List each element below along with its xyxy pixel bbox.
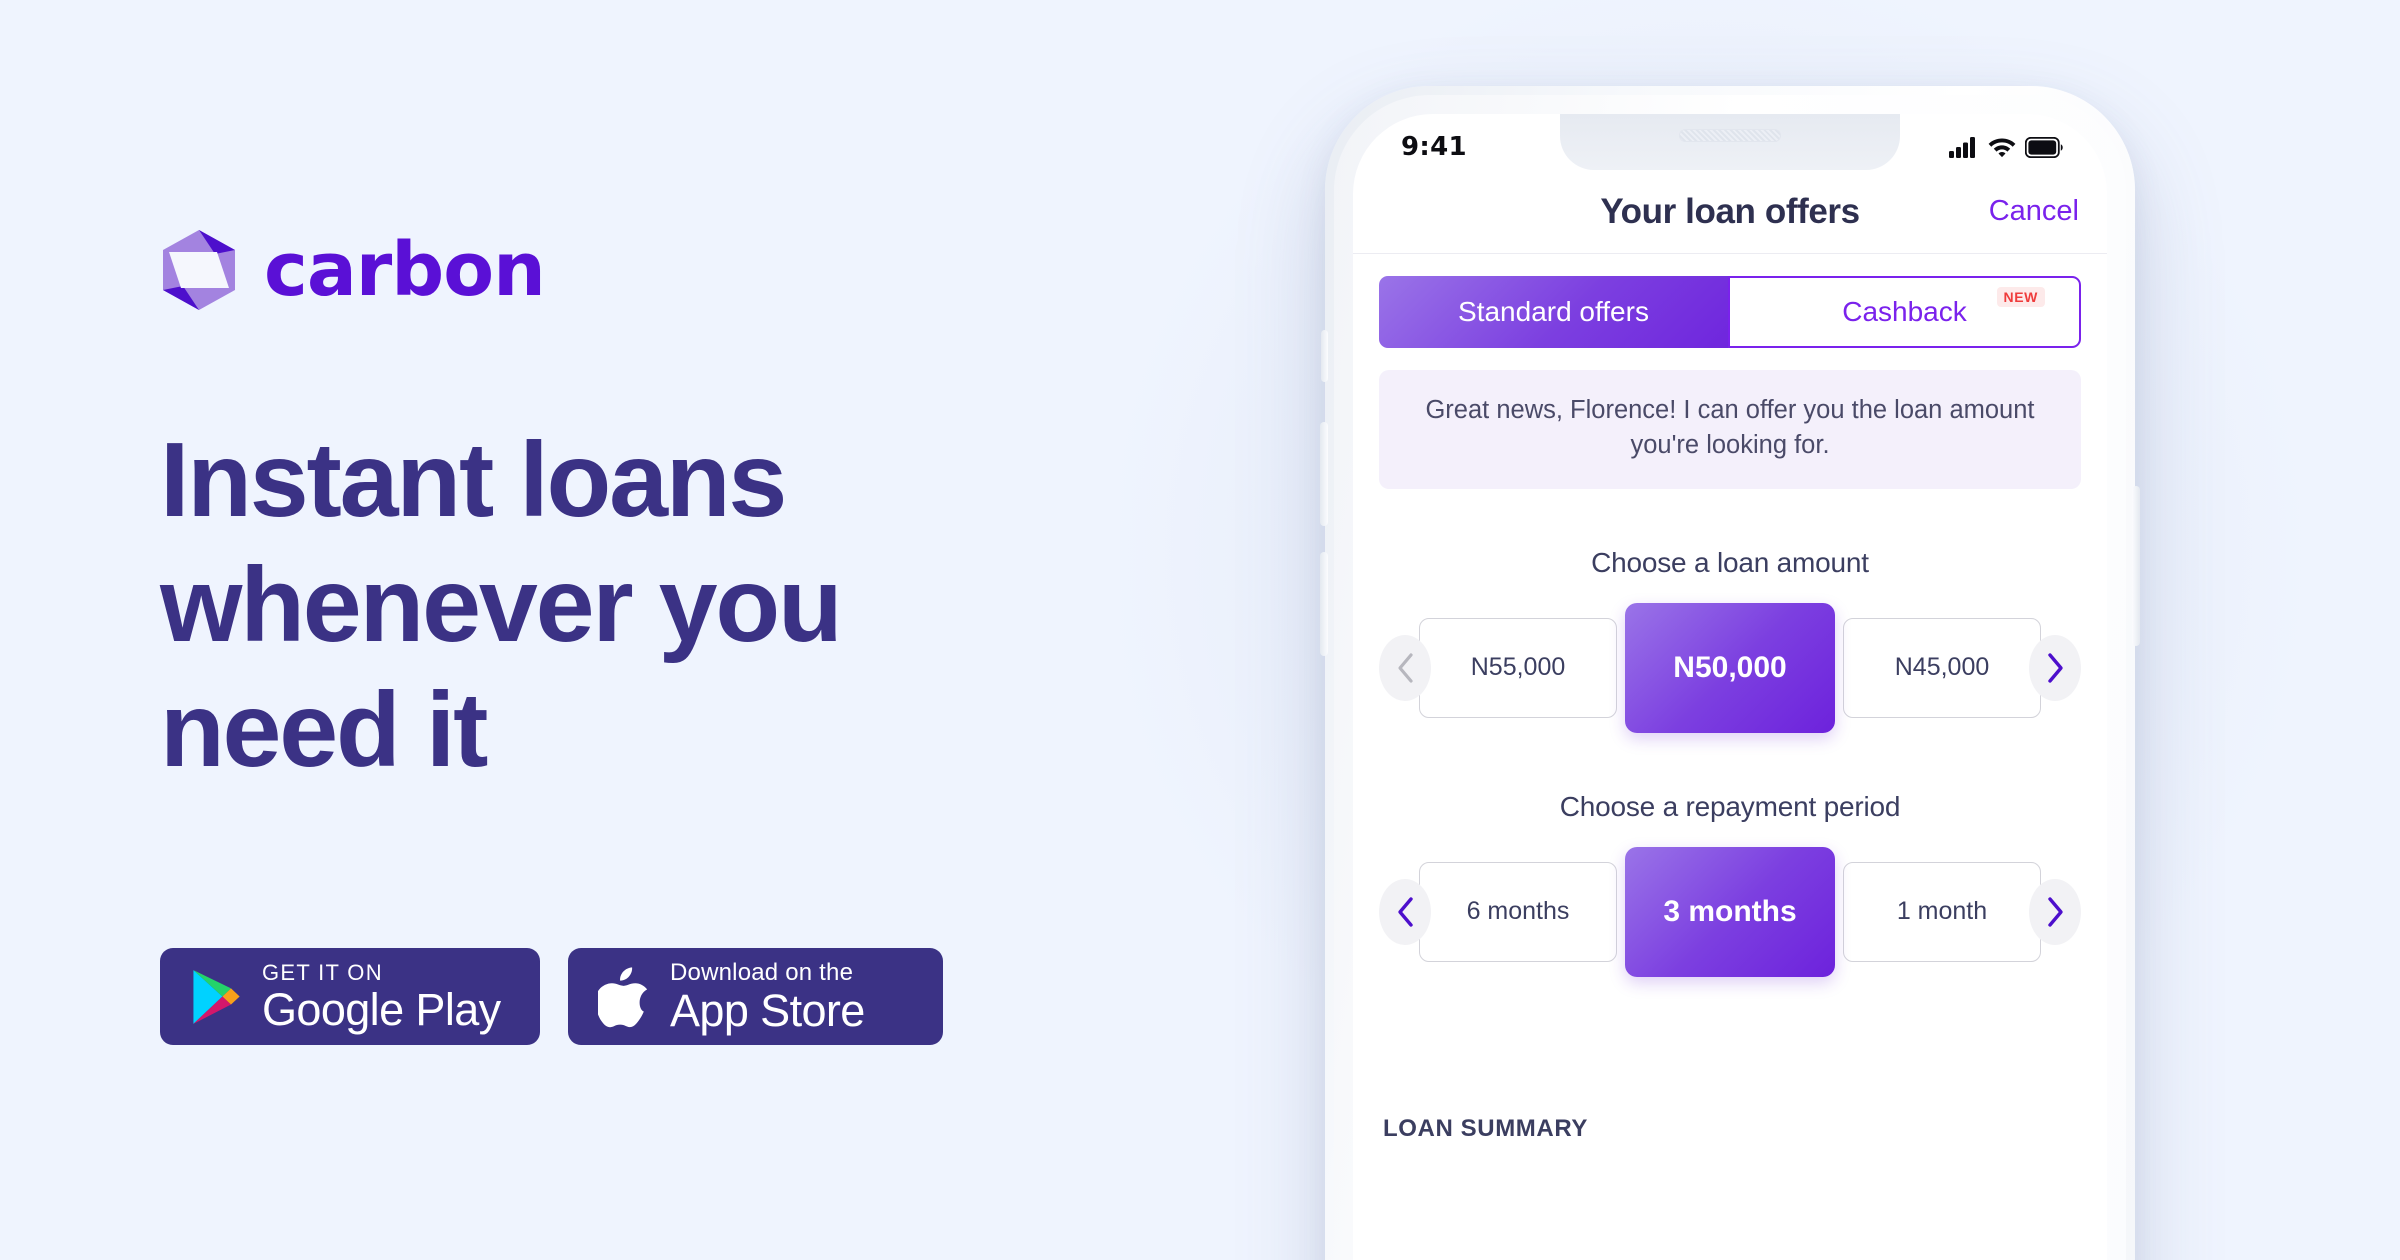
store-badges: GET IT ON Google Play Download on the Ap…: [160, 948, 943, 1045]
chevron-left-icon: [1398, 897, 1413, 927]
offer-banner: Great news, Florence! I can offer you th…: [1379, 370, 2081, 489]
status-bar-icons: [1949, 136, 2063, 158]
screen-title: Your loan offers: [1600, 191, 1860, 231]
repayment-period-option-selected-label: 3 months: [1663, 894, 1797, 928]
page-title: Instant loans whenever you need it: [160, 421, 843, 790]
app-store-top-label: Download on the: [670, 958, 854, 986]
cellular-signal-icon: [1949, 136, 1975, 158]
loan-amount-option-next[interactable]: N45,000: [1843, 617, 2041, 718]
offer-tabs: Standard offers Cashback NEW: [1379, 276, 2081, 348]
volume-down-button[interactable]: [1320, 552, 1328, 656]
repayment-period-option-selected[interactable]: 3 months: [1625, 846, 1835, 977]
loan-amount-option-selected[interactable]: N50,000: [1625, 602, 1835, 733]
repayment-period-option-prev[interactable]: 6 months: [1419, 861, 1617, 962]
apple-logo-icon: [598, 966, 648, 1027]
chevron-right-icon: [2048, 653, 2063, 683]
loan-amount-option-selected-label: N50,000: [1673, 650, 1787, 684]
loan-amount-prev-button[interactable]: [1379, 634, 1431, 701]
status-bar-clock: 9:41: [1401, 132, 1467, 162]
google-play-bottom-label: Google Play: [262, 984, 501, 1036]
loan-amount-option-prev-label: N55,000: [1470, 653, 1566, 682]
repayment-period-option-prev-label: 6 months: [1466, 897, 1570, 926]
repayment-period-selector: 6 months 3 months 1 month: [1379, 846, 2081, 977]
loan-amount-selector: N55,000 N50,000 N45,000: [1379, 602, 2081, 733]
google-play-labels: GET IT ON Google Play: [262, 960, 501, 1034]
repayment-period-section-label: Choose a repayment period: [1559, 790, 1901, 822]
loan-amount-option-next-label: N45,000: [1894, 653, 1990, 682]
tab-cashback-label: Cashback: [1842, 296, 1967, 327]
screen-content: Standard offers Cashback NEW Great news,…: [1353, 254, 2107, 1260]
chevron-right-icon: [2048, 897, 2063, 927]
google-play-top-label: GET IT ON: [262, 959, 383, 985]
google-play-button[interactable]: GET IT ON Google Play: [160, 948, 540, 1045]
status-bar: 9:41: [1353, 114, 2107, 170]
tab-cashback[interactable]: Cashback NEW: [1728, 276, 2081, 348]
repayment-period-option-next[interactable]: 1 month: [1843, 861, 2041, 962]
loan-amount-option-prev[interactable]: N55,000: [1419, 617, 1617, 718]
battery-icon: [2025, 136, 2063, 158]
power-button[interactable]: [2132, 486, 2140, 646]
new-badge: NEW: [1996, 287, 2045, 307]
loan-summary-label: LOAN SUMMARY: [1383, 1114, 1588, 1142]
repayment-period-prev-button[interactable]: [1379, 878, 1431, 945]
screen-header: Your loan offers Cancel: [1353, 170, 2107, 254]
repayment-period-next-button[interactable]: [2029, 878, 2081, 945]
loan-amount-next-button[interactable]: [2029, 634, 2081, 701]
offer-banner-text: Great news, Florence! I can offer you th…: [1425, 396, 2035, 459]
app-store-labels: Download on the App Store: [670, 959, 865, 1035]
tab-standard-offers-label: Standard offers: [1458, 296, 1649, 327]
mute-switch[interactable]: [1321, 330, 1328, 382]
wifi-icon: [1988, 138, 2016, 157]
phone-screen: 9:41 Your loan offers Cancel Standard of…: [1353, 114, 2107, 1260]
tab-standard-offers[interactable]: Standard offers: [1379, 276, 1728, 348]
volume-up-button[interactable]: [1320, 422, 1328, 526]
phone-mockup: 9:41 Your loan offers Cancel Standard of…: [1320, 86, 2140, 1260]
marketing-panel: carbon Instant loans whenever you need i…: [160, 0, 1220, 1260]
brand-logo[interactable]: carbon: [160, 227, 546, 313]
cancel-button[interactable]: Cancel: [1989, 195, 2079, 228]
google-play-icon: [193, 969, 240, 1024]
brand-name: carbon: [264, 227, 546, 313]
repayment-period-option-next-label: 1 month: [1896, 897, 1988, 926]
chevron-left-icon: [1398, 653, 1413, 683]
carbon-hexagon-logo-icon: [163, 230, 235, 310]
loan-amount-section-label: Choose a loan amount: [1591, 546, 1869, 578]
app-store-bottom-label: App Store: [670, 985, 865, 1037]
app-store-button[interactable]: Download on the App Store: [568, 948, 943, 1045]
